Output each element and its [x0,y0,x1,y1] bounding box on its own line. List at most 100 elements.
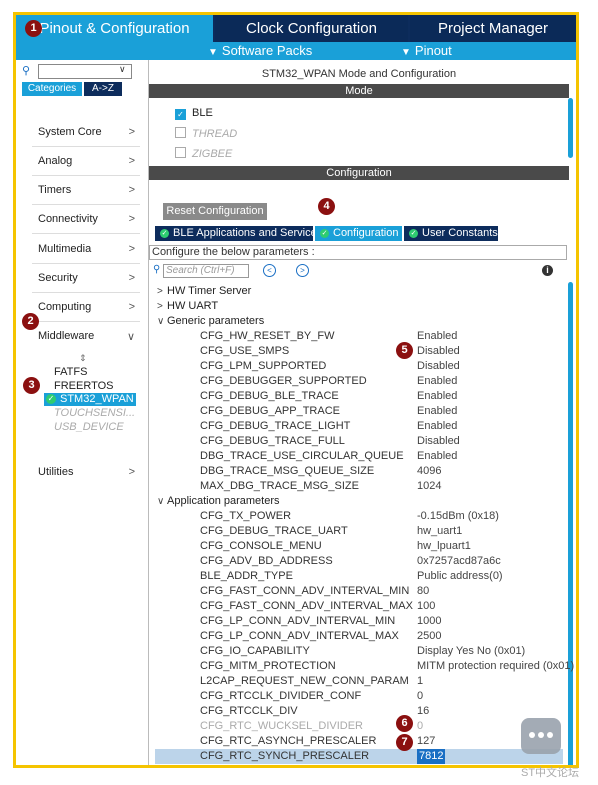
parameter-row[interactable]: CFG_LP_CONN_ADV_INTERVAL_MAX 2500 [155,629,563,644]
parameter-row[interactable]: CFG_LP_CONN_ADV_INTERVAL_MIN 1000 [155,614,563,629]
param-search-input[interactable]: Search (Ctrl+F) [163,264,249,278]
tab-user-constants[interactable]: ✓ User Constants [404,226,498,241]
parameter-row[interactable]: CFG_DEBUG_TRACE_UART hw_uart1 [155,524,563,539]
reset-configuration-button[interactable]: Reset Configuration [163,203,267,220]
tab-clock-configuration[interactable]: Clock Configuration [215,15,408,42]
pinout-menu[interactable]: ▼ Pinout [401,43,452,58]
parameter-row[interactable]: CFG_IO_CAPABILITY Display Yes No (0x01) [155,644,563,659]
tab-project-manager[interactable]: Project Manager [410,15,576,42]
parameter-value[interactable]: Disabled [417,434,460,449]
tab-pinout-configuration[interactable]: Pinout & Configuration [16,15,213,42]
chevron-down-icon[interactable]: ∨ [157,494,164,509]
parameter-value[interactable]: Public address(0) [417,569,503,584]
parameter-value[interactable]: 0 [417,689,423,704]
parameter-value[interactable]: 4096 [417,464,441,479]
parameter-value[interactable]: -0.15dBm (0x18) [417,509,499,524]
parameter-row[interactable]: CFG_DEBUG_APP_TRACE Enabled [155,404,563,419]
parameter-value[interactable]: Enabled [417,389,457,404]
parameter-value[interactable]: 0x7257acd87a6c [417,554,501,569]
parameter-row[interactable]: CFG_RTC_SYNCH_PRESCALER 7812 [155,749,563,764]
tree-group[interactable]: ∨ Generic parameters [155,314,563,329]
parameter-value[interactable]: hw_lpuart1 [417,539,471,554]
tab-ble-applications[interactable]: ✓ BLE Applications and Services [155,226,322,241]
parameter-value[interactable]: 127 [417,734,435,749]
chevron-down-icon[interactable]: ∨ [157,314,164,329]
middleware-item-freertos[interactable]: FREERTOS [54,380,114,392]
parameter-row[interactable]: CFG_MITM_PROTECTION MITM protection requi… [155,659,574,674]
parameter-value[interactable]: Enabled [417,404,457,419]
parameter-value[interactable]: MITM protection required (0x01) [417,659,574,674]
parameter-value[interactable]: 2 [417,764,423,765]
tree-group[interactable]: > HW UART [155,299,563,314]
software-packs-menu[interactable]: ▼ Software Packs [208,43,312,58]
tab-categories[interactable]: Categories [22,82,82,96]
parameter-row[interactable]: CFG_RTC_WUCKSEL_DIVIDER 0 [155,719,563,734]
nav-security[interactable]: Security > [38,272,138,288]
chevron-down-icon[interactable]: ∨ [119,64,126,75]
tree-group[interactable]: > HW Timer Server [155,284,563,299]
chat-icon[interactable] [521,718,561,754]
search-previous-icon[interactable]: < [263,264,276,277]
chevron-right-icon[interactable]: > [157,284,163,299]
parameter-value[interactable]: 100 [417,599,435,614]
tab-configuration[interactable]: ✓ Configuration [315,226,402,241]
parameter-value[interactable]: 1 [417,674,423,689]
parameter-row[interactable]: CFG_RTC_ASYNCH_PRESCALER 127 [155,734,563,749]
nav-system-core[interactable]: System Core > [38,126,138,142]
divider [32,233,140,234]
nav-middleware[interactable]: Middleware ∨ [38,330,138,346]
parameter-row[interactable]: CFG_RTCCLK_DIVIDER_CONF 0 [155,689,563,704]
parameter-value[interactable]: Disabled [417,359,460,374]
parameter-row[interactable]: CFG_FAST_CONN_ADV_INTERVAL_MAX 100 [155,599,563,614]
nav-utilities[interactable]: Utilities > [38,466,138,482]
parameter-row[interactable]: DBG_TRACE_USE_CIRCULAR_QUEUE Enabled [155,449,563,464]
nav-computing[interactable]: Computing > [38,301,138,317]
parameter-row[interactable]: CFG_USE_SMPS Disabled [155,344,563,359]
parameter-value[interactable]: 7812 [417,749,446,764]
parameter-value[interactable]: 80 [417,584,429,599]
nav-timers[interactable]: Timers > [38,184,138,200]
mode-scrollbar[interactable] [568,98,573,158]
parameter-row[interactable]: CFG_LPM_SUPPORTED Disabled [155,359,563,374]
parameter-value[interactable]: Enabled [417,374,457,389]
parameter-row[interactable]: CFG_HW_RESET_BY_FW Enabled [155,329,563,344]
parameter-row[interactable]: MAX_DBG_TRACE_MSG_SIZE 1024 [155,479,563,494]
parameter-value[interactable]: Enabled [417,449,457,464]
parameter-row[interactable]: CFG_DEBUG_BLE_TRACE Enabled [155,389,563,404]
tab-a-z[interactable]: A->Z [84,82,122,96]
parameter-value[interactable]: 1024 [417,479,441,494]
parameter-row[interactable]: CFG_ADV_BD_ADDRESS 0x7257acd87a6c [155,554,563,569]
parameter-scrollbar[interactable] [568,282,573,765]
parameter-value[interactable]: hw_uart1 [417,524,462,539]
tree-group[interactable]: ∨ Application parameters [155,494,563,509]
nav-connectivity[interactable]: Connectivity > [38,213,138,229]
parameter-row[interactable]: DBG_TRACE_MSG_QUEUE_SIZE 4096 [155,464,563,479]
mode-ble-checkbox[interactable]: ✓ BLE [175,107,213,120]
parameter-row[interactable]: CFG_TX_POWER -0.15dBm (0x18) [155,509,563,524]
parameter-value[interactable]: Enabled [417,329,457,344]
chevron-right-icon[interactable]: > [157,299,163,314]
parameter-row[interactable]: CFG_DEBUG_TRACE_LIGHT Enabled [155,419,563,434]
nav-analog[interactable]: Analog > [38,155,138,171]
parameter-value[interactable]: Enabled [417,419,457,434]
search-next-icon[interactable]: > [296,264,309,277]
parameter-row[interactable]: CFG_DEBUGGER_SUPPORTED Enabled [155,374,563,389]
parameter-value[interactable]: Disabled [417,344,460,359]
parameter-value[interactable]: 1000 [417,614,441,629]
parameter-row[interactable]: CFG_DEBUG_TRACE_FULL Disabled [155,434,563,449]
middleware-item-fatfs[interactable]: FATFS [54,366,87,378]
info-icon[interactable]: i [542,265,553,276]
parameter-row[interactable]: CFG_CONSOLE_MENU hw_lpuart1 [155,539,563,554]
parameter-row[interactable]: BLE_ADDR_TYPE Public address(0) [155,569,563,584]
parameter-row[interactable]: CFG_FAST_CONN_ADV_INTERVAL_MIN 80 [155,584,563,599]
parameter-row[interactable]: CFG_RTCCLK_DIV 16 [155,704,563,719]
annotation-badge: 1 [25,20,42,37]
parameter-value[interactable]: Display Yes No (0x01) [417,644,525,659]
parameter-row[interactable]: CFG_BLE_NUM_LINK 2 [155,764,563,765]
nav-multimedia[interactable]: Multimedia > [38,243,138,259]
parameter-value[interactable]: 2500 [417,629,441,644]
category-search-input[interactable] [38,64,132,79]
parameter-row[interactable]: L2CAP_REQUEST_NEW_CONN_PARAM 1 [155,674,563,689]
parameter-value[interactable]: 16 [417,704,429,719]
middleware-item-stm32-wpan[interactable]: ✓ STM32_WPAN [44,393,136,406]
